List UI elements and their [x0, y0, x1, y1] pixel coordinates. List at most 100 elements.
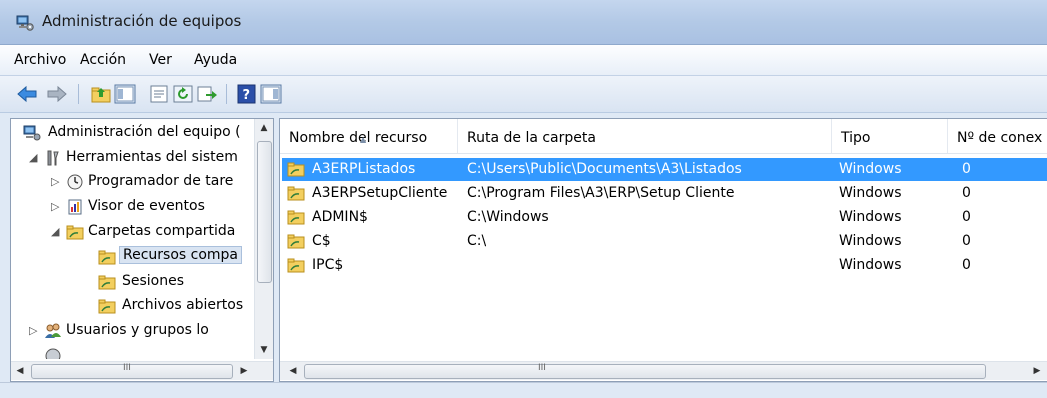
scroll-down-arrow-icon[interactable]: ▼: [255, 341, 273, 359]
tree-item-open-files[interactable]: Archivos abiertos: [11, 295, 254, 319]
tree-item-shares[interactable]: Recursos compa: [11, 246, 254, 270]
up-folder-icon[interactable]: [90, 84, 112, 104]
table-row[interactable]: A3ERPSetupCliente C:\Program Files\A3\ERP…: [282, 182, 1047, 205]
table-row[interactable]: ADMIN$ C:\Windows Windows 0: [282, 206, 1047, 229]
tree-item-local-users[interactable]: ▷ Usuarios y grupos lo: [11, 320, 254, 344]
computer-management-icon: [23, 125, 41, 141]
tree-vertical-scrollbar[interactable]: ▲ ▼: [254, 119, 273, 359]
shared-folder-icon: [98, 250, 116, 265]
svg-text:?: ?: [243, 88, 251, 103]
tree-item-task-scheduler[interactable]: ▷ Programador de tare: [11, 171, 254, 195]
shared-folder-icon: [287, 162, 305, 177]
tree-horizontal-scrollbar[interactable]: ◀ III ▶: [11, 361, 273, 380]
cell-connections: 0: [962, 209, 971, 225]
shared-folder-icon: [287, 210, 305, 225]
console-tree[interactable]: Administración del equipo ( ◢ Herramient…: [10, 118, 274, 382]
table-row[interactable]: A3ERPListados C:\Users\Public\Documents\A…: [282, 158, 1047, 181]
tree-item-label: Programador de tare: [88, 173, 234, 189]
properties-icon[interactable]: [148, 84, 170, 104]
collapsed-arrow-icon[interactable]: ▷: [51, 175, 59, 188]
tree-item-partial[interactable]: [11, 345, 254, 359]
show-hide-tree-icon[interactable]: [114, 84, 136, 104]
cell-name: A3ERPSetupCliente: [312, 185, 448, 201]
tree-item-label: Sesiones: [122, 273, 185, 289]
expanded-arrow-icon[interactable]: ◢: [29, 151, 37, 164]
scrollbar-grip: III: [538, 363, 546, 373]
list-horizontal-scrollbar[interactable]: ◀ III ▶: [280, 361, 1047, 380]
scrollbar-thumb[interactable]: [304, 364, 986, 379]
clock-icon: [67, 174, 83, 190]
column-header-label: Nombre del recurso: [289, 130, 428, 146]
shared-folder-icon: [66, 225, 84, 240]
forward-arrow-icon[interactable]: [46, 84, 68, 104]
window-title: Administración de equipos: [42, 12, 242, 30]
status-bar: [0, 382, 1047, 398]
collapsed-arrow-icon[interactable]: ▷: [29, 324, 37, 337]
toolbar-separator: [78, 84, 79, 104]
shared-folder-icon: [287, 258, 305, 273]
tree-item-label: Recursos compa: [119, 246, 243, 264]
table-row[interactable]: C$ C:\ Windows 0: [282, 230, 1047, 253]
tree-item-system-tools[interactable]: ◢ Herramientas del sistem: [11, 147, 254, 171]
cell-path: C:\Windows: [467, 209, 549, 225]
cell-name: A3ERPListados: [312, 161, 416, 177]
menu-ayuda[interactable]: Ayuda: [194, 52, 237, 68]
help-icon[interactable]: ?: [236, 84, 258, 104]
sort-ascending-icon: ▲: [360, 135, 367, 144]
shared-folder-icon: [98, 275, 116, 290]
menu-bar: Archivo Acción Ver Ayuda: [0, 45, 1047, 76]
table-row[interactable]: IPC$ Windows 0: [282, 254, 1047, 277]
tree-item-root[interactable]: Administración del equipo (: [11, 122, 254, 146]
cell-connections: 0: [962, 257, 971, 273]
column-header-label: Tipo: [841, 130, 871, 146]
cell-name: ADMIN$: [312, 209, 368, 225]
shared-folder-icon: [98, 299, 116, 314]
shares-list-view[interactable]: ▲ Nombre del recurso Ruta de la carpeta …: [279, 118, 1047, 382]
list-header: ▲ Nombre del recurso Ruta de la carpeta …: [280, 119, 1047, 154]
tree-item-label: Visor de eventos: [88, 198, 205, 214]
cell-connections: 0: [962, 161, 971, 177]
column-header-type[interactable]: Tipo: [832, 119, 948, 153]
tree-item-shared-folders[interactable]: ◢ Carpetas compartida: [11, 221, 254, 245]
tree-item-label: Administración del equipo (: [48, 124, 241, 140]
tree-item-event-viewer[interactable]: ▷ Visor de eventos: [11, 196, 254, 220]
scroll-right-arrow-icon[interactable]: ▶: [235, 362, 253, 380]
tree-item-label: Carpetas compartida: [88, 223, 236, 239]
toolbar-separator: [226, 84, 227, 104]
cell-type: Windows: [839, 233, 902, 249]
scrollbar-thumb[interactable]: [257, 141, 272, 283]
title-bar[interactable]: Administración de equipos: [0, 0, 1047, 45]
disk-icon: [45, 348, 61, 359]
menu-ver[interactable]: Ver: [149, 52, 172, 68]
cell-type: Windows: [839, 161, 902, 177]
collapsed-arrow-icon[interactable]: ▷: [51, 200, 59, 213]
show-hide-action-pane-icon[interactable]: [260, 84, 282, 104]
cell-type: Windows: [839, 185, 902, 201]
tools-icon: [47, 150, 59, 166]
column-header-connections[interactable]: Nº de conex: [948, 119, 1047, 153]
cell-type: Windows: [839, 257, 902, 273]
scroll-left-arrow-icon[interactable]: ◀: [284, 362, 302, 380]
toolbar: ?: [0, 76, 1047, 113]
cell-path: C:\: [467, 233, 487, 249]
cell-path: C:\Program Files\A3\ERP\Setup Cliente: [467, 185, 735, 201]
menu-accion[interactable]: Acción: [80, 52, 126, 68]
expanded-arrow-icon[interactable]: ◢: [51, 225, 59, 238]
menu-archivo[interactable]: Archivo: [14, 52, 66, 68]
cell-type: Windows: [839, 209, 902, 225]
shared-folder-icon: [287, 234, 305, 249]
export-list-icon[interactable]: [196, 84, 218, 104]
users-icon: [45, 323, 61, 338]
tree-item-sessions[interactable]: Sesiones: [11, 271, 254, 295]
back-arrow-icon[interactable]: [16, 84, 38, 104]
scroll-right-arrow-icon[interactable]: ▶: [1028, 362, 1046, 380]
computer-management-icon: [16, 15, 34, 31]
scroll-up-arrow-icon[interactable]: ▲: [255, 119, 273, 137]
scroll-left-arrow-icon[interactable]: ◀: [11, 362, 29, 380]
scrollbar-thumb[interactable]: [31, 364, 233, 379]
column-header-name[interactable]: ▲ Nombre del recurso: [280, 119, 458, 153]
tree-item-label: Archivos abiertos: [122, 297, 244, 313]
cell-name: IPC$: [312, 257, 344, 273]
column-header-path[interactable]: Ruta de la carpeta: [458, 119, 832, 153]
refresh-icon[interactable]: [172, 84, 194, 104]
